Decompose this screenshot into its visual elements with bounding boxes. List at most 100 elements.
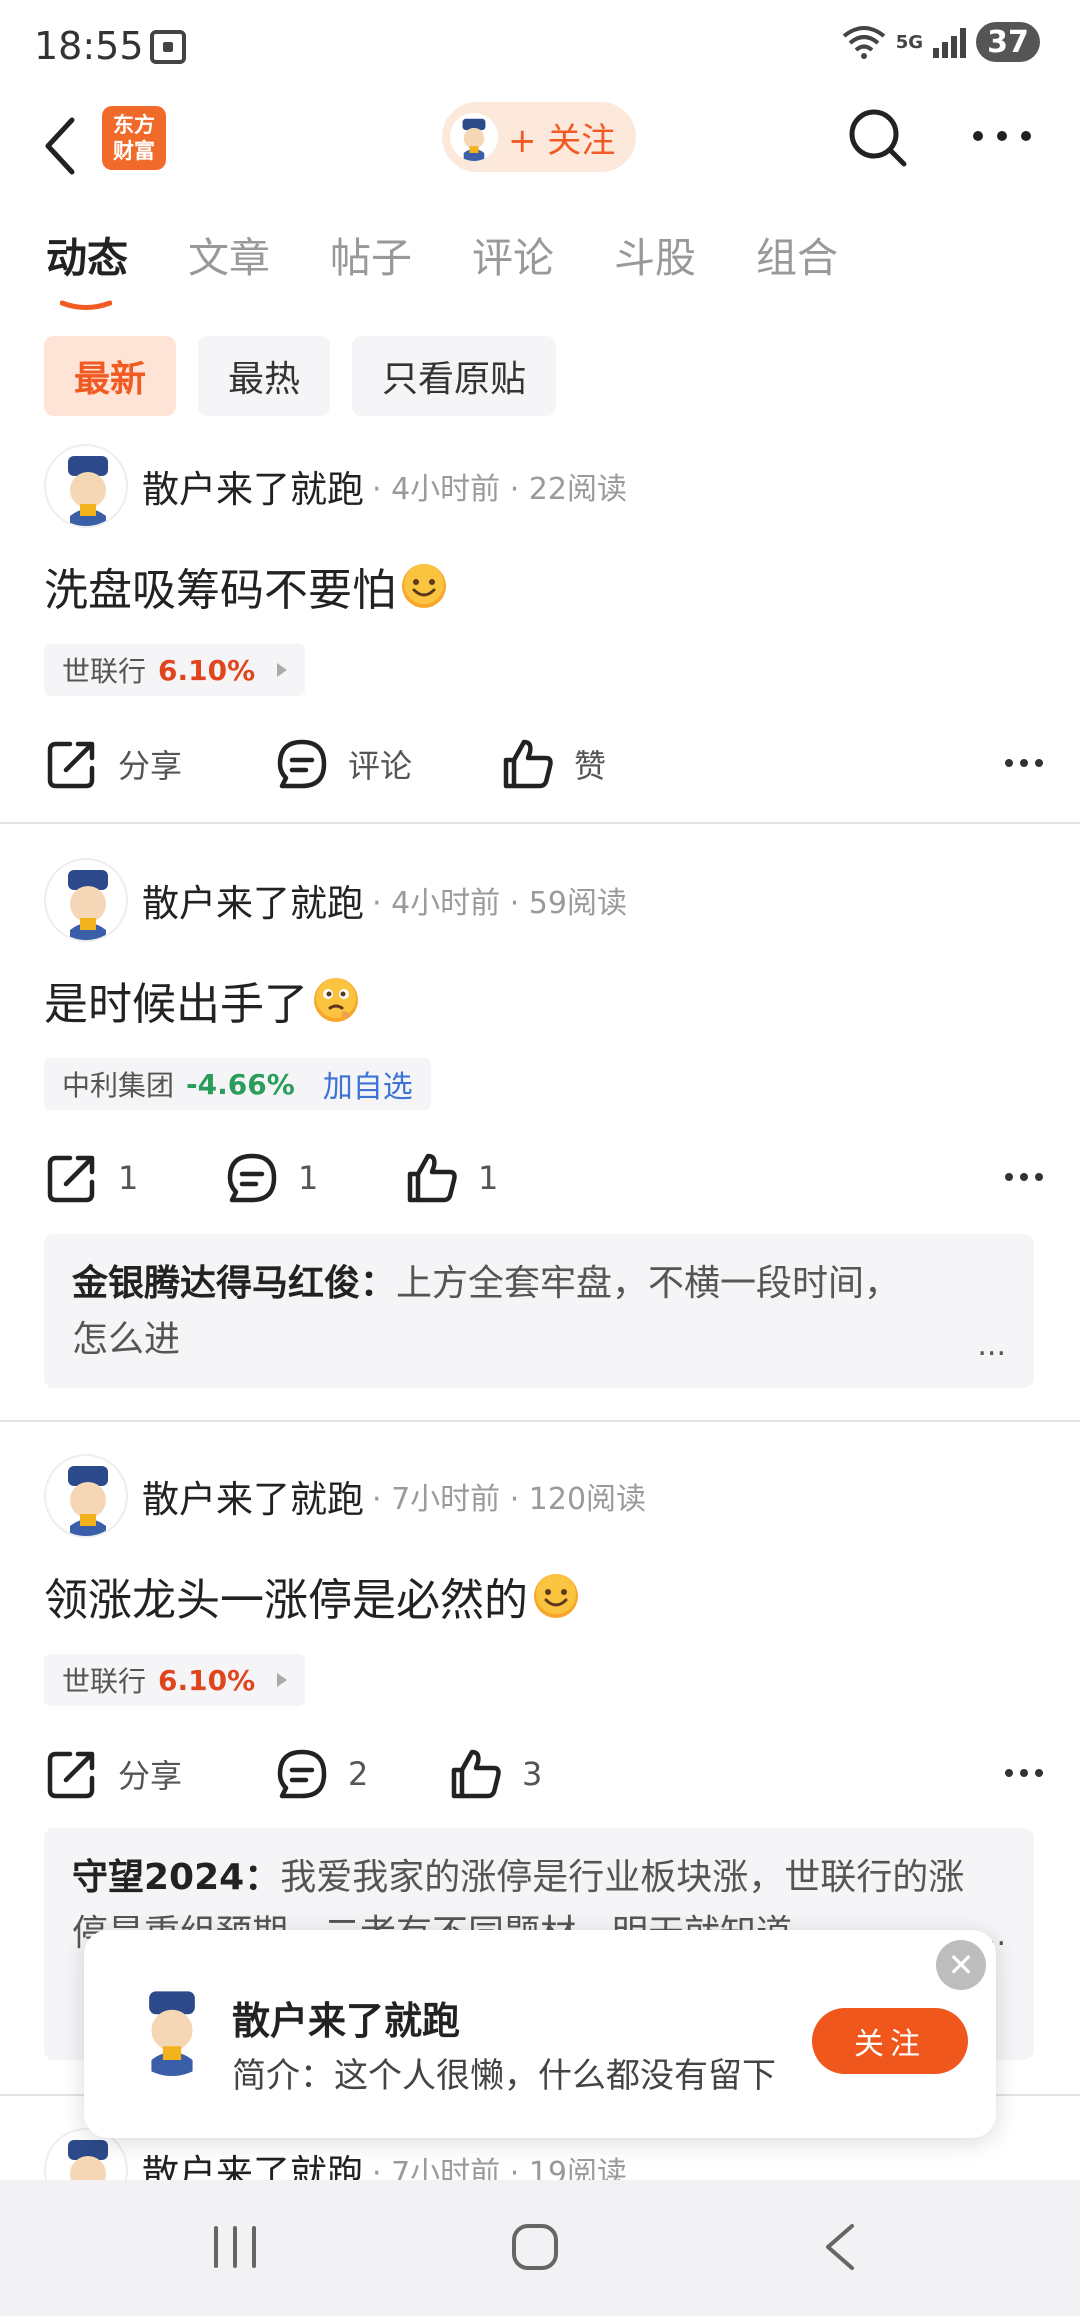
like-button[interactable]: 1 bbox=[404, 1148, 498, 1208]
back-nav-icon[interactable] bbox=[820, 2222, 860, 2272]
thumbs-up-icon bbox=[503, 739, 553, 789]
post-card: 散户来了就跑 · 4小时前 · 59阅读 是时候出手了 中利集团 -4.66% … bbox=[0, 858, 1080, 1418]
action-bar: 分享 评论 赞 bbox=[44, 734, 1044, 794]
like-count: 1 bbox=[478, 1159, 499, 1197]
screenshot-icon bbox=[150, 30, 186, 64]
like-label: 赞 bbox=[574, 747, 607, 785]
tab-portfolio[interactable]: 组合 bbox=[756, 224, 838, 284]
action-bar: 1 1 1 bbox=[44, 1148, 1044, 1208]
filter-hottest[interactable]: 最热 bbox=[198, 336, 331, 416]
like-count: 3 bbox=[522, 1755, 543, 1793]
share-icon bbox=[47, 1751, 95, 1799]
stock-name: 世联行 bbox=[62, 1665, 147, 1698]
more-icon[interactable] bbox=[1004, 758, 1044, 768]
home-icon[interactable] bbox=[510, 2222, 560, 2272]
action-bar: 分享 2 3 bbox=[44, 1744, 1044, 1804]
tab-stock-battle[interactable]: 斗股 bbox=[614, 224, 696, 284]
share-button[interactable]: 1 bbox=[44, 1148, 138, 1208]
smile-emoji-icon bbox=[534, 1574, 578, 1618]
add-watchlist-button[interactable]: 加自选 bbox=[323, 1062, 413, 1106]
stock-change: -4.66% bbox=[186, 1067, 295, 1101]
post-meta: · 7小时前 · 120阅读 bbox=[372, 1482, 647, 1517]
popup-follow-button[interactable]: 关注 bbox=[812, 2008, 968, 2074]
network-type: 5G bbox=[895, 31, 923, 53]
avatar[interactable] bbox=[124, 1980, 220, 2076]
smile-emoji-icon bbox=[402, 564, 446, 608]
battery-indicator: 37 bbox=[976, 22, 1040, 62]
tab-articles[interactable]: 文章 bbox=[188, 224, 270, 284]
comment-count: 1 bbox=[298, 1159, 319, 1197]
avatar[interactable] bbox=[44, 858, 128, 942]
post-body[interactable]: 是时候出手了 bbox=[44, 968, 360, 1032]
like-button[interactable]: 赞 bbox=[500, 734, 606, 794]
avatar[interactable] bbox=[44, 444, 128, 528]
back-icon[interactable] bbox=[38, 112, 88, 180]
close-icon[interactable]: ✕ bbox=[936, 1940, 986, 1990]
comment-button[interactable]: 评论 bbox=[274, 734, 412, 794]
comment-author: 守望2024： bbox=[72, 1857, 281, 1898]
filter-latest[interactable]: 最新 bbox=[44, 336, 177, 416]
recent-apps-icon[interactable] bbox=[212, 2222, 258, 2272]
app-logo[interactable]: 东方 财富 bbox=[102, 106, 166, 170]
wifi-icon bbox=[842, 26, 885, 59]
stock-tag[interactable]: 世联行 6.10% bbox=[44, 1654, 306, 1706]
arrow-right-icon bbox=[277, 1673, 288, 1687]
share-icon bbox=[47, 1155, 95, 1203]
stock-tag[interactable]: 世联行 6.10% bbox=[44, 644, 306, 696]
more-icon[interactable] bbox=[1004, 1768, 1044, 1778]
post-meta: · 7小时前 · 19阅读 bbox=[372, 2156, 627, 2180]
stock-name: 中利集团 bbox=[62, 1069, 175, 1102]
tab-underline bbox=[60, 300, 112, 310]
avatar[interactable] bbox=[44, 1454, 128, 1538]
share-label: 分享 bbox=[118, 1757, 183, 1795]
stock-change: 6.10% bbox=[158, 1663, 256, 1697]
thinking-emoji-icon bbox=[314, 978, 358, 1022]
stock-name: 世联行 bbox=[62, 655, 147, 688]
more-icon[interactable] bbox=[1004, 1172, 1044, 1182]
comment-button[interactable]: 1 bbox=[224, 1148, 318, 1208]
comment-author: 金银腾达得马红俊： bbox=[72, 1263, 397, 1304]
status-bar: 18:55 5G 37 bbox=[0, 0, 1080, 96]
like-button[interactable]: 3 bbox=[448, 1744, 542, 1804]
post-meta: · 4小时前 · 22阅读 bbox=[372, 472, 627, 507]
status-icons: 5G 37 bbox=[842, 22, 1040, 62]
author-row: 散户来了就跑 · 4小时前 · 22阅读 bbox=[44, 444, 627, 528]
post-body[interactable]: 领涨龙头一涨停是必然的 bbox=[44, 1564, 580, 1628]
tab-posts[interactable]: 帖子 bbox=[330, 224, 412, 284]
header: 东方 财富 + 关注 bbox=[0, 96, 1080, 196]
logo-line2: 财富 bbox=[113, 139, 155, 163]
author-row: 散户来了就跑 · 7小时前 · 120阅读 bbox=[44, 1454, 646, 1538]
search-icon[interactable] bbox=[846, 106, 910, 170]
comment-count: 2 bbox=[348, 1755, 369, 1793]
logo-line1: 东方 bbox=[113, 113, 155, 137]
post-divider bbox=[0, 822, 1080, 824]
post-text: 洗盘吸筹码不要怕 bbox=[44, 565, 396, 616]
tab-dynamics[interactable]: 动态 bbox=[46, 224, 128, 310]
post-divider bbox=[0, 1420, 1080, 1422]
share-button[interactable]: 分享 bbox=[44, 734, 182, 794]
post-body[interactable]: 洗盘吸筹码不要怕 bbox=[44, 554, 448, 618]
tab-comments[interactable]: 评论 bbox=[472, 224, 554, 284]
author-name[interactable]: 散户来了就跑 bbox=[142, 2143, 364, 2180]
comment-button[interactable]: 2 bbox=[274, 1744, 368, 1804]
share-button[interactable]: 分享 bbox=[44, 1744, 182, 1804]
author-name[interactable]: 散户来了就跑 bbox=[142, 873, 364, 927]
post-text: 领涨龙头一涨停是必然的 bbox=[44, 1575, 528, 1626]
thumbs-up-icon bbox=[407, 1153, 457, 1203]
author-name[interactable]: 散户来了就跑 bbox=[142, 1469, 364, 1523]
header-follow-button[interactable]: + 关注 bbox=[442, 102, 636, 172]
share-icon bbox=[47, 741, 95, 789]
arrow-right-icon bbox=[277, 663, 288, 677]
comment-icon bbox=[277, 739, 327, 789]
thumbs-up-icon bbox=[451, 1749, 501, 1799]
filter-original-only[interactable]: 只看原贴 bbox=[352, 336, 557, 416]
more-icon[interactable] bbox=[972, 130, 1032, 142]
author-name[interactable]: 散户来了就跑 bbox=[142, 459, 364, 513]
filter-bar: 最新 最热 只看原贴 bbox=[44, 336, 557, 416]
stock-tag[interactable]: 中利集团 -4.66% 加自选 bbox=[44, 1058, 431, 1110]
comment-preview[interactable]: 金银腾达得马红俊：上方全套牢盘，不横一段时间，怎么进 ... bbox=[44, 1234, 1034, 1388]
author-row: 散户来了就跑 · 4小时前 · 59阅读 bbox=[44, 858, 627, 942]
share-count: 1 bbox=[118, 1159, 139, 1197]
follow-popup: 散户来了就跑 简介：这个人很懒，什么都没有留下 关注 ✕ bbox=[84, 1930, 996, 2138]
status-time: 18:55 bbox=[34, 24, 144, 68]
